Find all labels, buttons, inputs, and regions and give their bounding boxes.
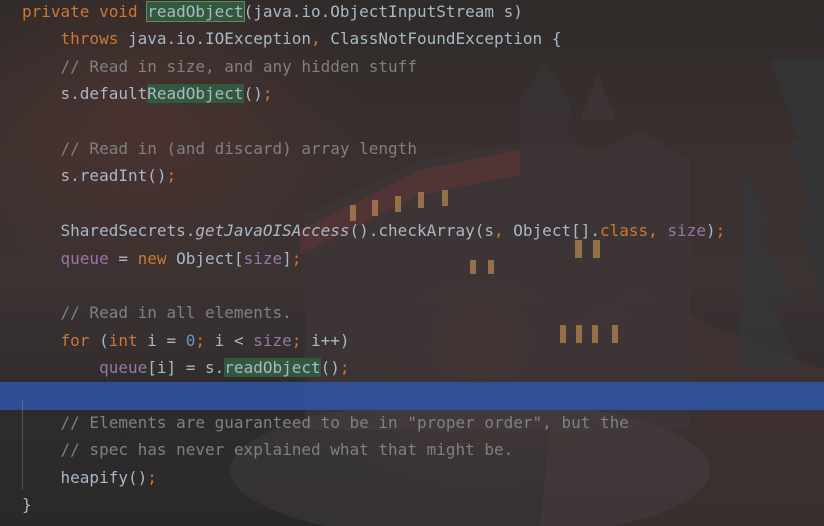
code-token: () bbox=[243, 84, 263, 104]
code-token: getJavaOISAccess bbox=[195, 221, 350, 241]
code-line[interactable]: heapify(); bbox=[0, 464, 824, 491]
code-line[interactable]: // Elements are guaranteed to be in "pro… bbox=[0, 409, 824, 436]
code-token: readObject bbox=[146, 1, 245, 22]
code-token: ; bbox=[715, 221, 726, 241]
code-line-text: s.readInt(); bbox=[22, 162, 177, 189]
code-token: for bbox=[22, 330, 100, 350]
code-token: ; bbox=[147, 467, 157, 487]
code-token: ; bbox=[339, 358, 350, 378]
code-token: throws bbox=[22, 29, 128, 49]
code-line-text: heapify(); bbox=[22, 464, 157, 491]
code-line-text: private void readObject(java.io.ObjectIn… bbox=[22, 0, 523, 25]
code-token: ( bbox=[99, 330, 109, 350]
code-line-text: // Read in all elements. bbox=[22, 299, 292, 326]
code-line-text: for (int i = 0; i < size; i++) bbox=[22, 327, 350, 354]
code-line-text: } bbox=[22, 491, 32, 518]
code-line-text: queue = new Object[size]; bbox=[22, 245, 302, 272]
code-line[interactable] bbox=[0, 190, 824, 217]
code-token: ) bbox=[705, 221, 716, 241]
code-token: readObject bbox=[224, 358, 321, 378]
code-token: i++) bbox=[311, 330, 350, 350]
code-token: Object[ bbox=[176, 248, 244, 268]
code-line-text: SharedSecrets.getJavaOISAccess().checkAr… bbox=[22, 217, 726, 244]
code-token: int bbox=[108, 330, 148, 350]
code-token: // Read in size, and any hidden stuff bbox=[22, 56, 417, 76]
code-line-text: s.defaultReadObject(); bbox=[22, 80, 272, 107]
code-token: , bbox=[494, 221, 514, 241]
code-line[interactable]: private void readObject(java.io.ObjectIn… bbox=[0, 0, 824, 25]
code-line[interactable] bbox=[0, 382, 824, 409]
code-line[interactable]: s.defaultReadObject(); bbox=[0, 80, 824, 107]
code-token: heapify() bbox=[22, 467, 148, 487]
code-token: ().checkArray(s bbox=[349, 221, 495, 241]
code-line-text: // spec has never explained what that mi… bbox=[22, 436, 514, 463]
code-token: ; bbox=[291, 330, 311, 350]
code-line[interactable]: s.readInt(); bbox=[0, 162, 824, 189]
code-line[interactable]: queue[i] = s.readObject(); bbox=[0, 354, 824, 381]
code-token: i < bbox=[214, 330, 254, 350]
code-line[interactable]: throws java.io.IOException, ClassNotFoun… bbox=[0, 25, 824, 52]
code-line[interactable]: // Read in size, and any hidden stuff bbox=[0, 53, 824, 80]
code-token: s.readInt() bbox=[22, 166, 167, 186]
code-token: ] bbox=[282, 248, 292, 268]
code-line[interactable] bbox=[0, 272, 824, 299]
code-line[interactable]: // Read in all elements. bbox=[0, 299, 824, 326]
code-token: ; bbox=[262, 84, 273, 104]
code-token: (java.io.ObjectInputStream s) bbox=[243, 2, 523, 21]
code-line[interactable]: queue = new Object[size]; bbox=[0, 245, 824, 272]
code-token: Object[]. bbox=[513, 221, 600, 241]
code-area[interactable]: private void readObject(java.io.ObjectIn… bbox=[0, 0, 824, 526]
code-token: i = bbox=[147, 330, 186, 350]
code-token: private void bbox=[22, 2, 148, 21]
code-token: size bbox=[253, 330, 292, 350]
code-line-text: throws java.io.IOException, ClassNotFoun… bbox=[22, 25, 562, 52]
code-token: ClassNotFoundException { bbox=[330, 29, 562, 49]
code-token: new bbox=[137, 248, 177, 268]
code-token: // Read in (and discard) array length bbox=[22, 139, 417, 158]
code-line[interactable]: // spec has never explained what that mi… bbox=[0, 436, 824, 463]
code-token: // Read in all elements. bbox=[22, 303, 292, 323]
code-line-text: // Read in (and discard) array length bbox=[22, 135, 417, 162]
code-token: ; bbox=[291, 248, 302, 268]
code-line[interactable]: // Read in (and discard) array length bbox=[0, 135, 824, 162]
code-line[interactable]: } bbox=[0, 491, 824, 518]
code-token: // spec has never explained what that mi… bbox=[22, 440, 514, 460]
code-token: () bbox=[320, 358, 340, 378]
code-token: 0 bbox=[185, 330, 196, 350]
code-token: } bbox=[22, 495, 32, 515]
code-token: [i] = s. bbox=[147, 358, 225, 378]
code-line[interactable] bbox=[0, 108, 824, 135]
code-token: size bbox=[667, 221, 706, 241]
code-editor[interactable]: private void readObject(java.io.ObjectIn… bbox=[0, 0, 824, 526]
code-token: , bbox=[311, 29, 331, 49]
code-line[interactable]: for (int i = 0; i < size; i++) bbox=[0, 327, 824, 354]
code-line[interactable]: SharedSecrets.getJavaOISAccess().checkAr… bbox=[0, 217, 824, 244]
code-token: size bbox=[243, 248, 283, 268]
code-line-text: // Read in size, and any hidden stuff bbox=[22, 53, 417, 80]
code-token: ReadObject bbox=[147, 84, 244, 104]
code-token: s.default bbox=[22, 84, 148, 104]
code-token: class bbox=[599, 221, 649, 241]
code-token: // Elements are guaranteed to be in "pro… bbox=[22, 413, 629, 432]
code-token: SharedSecrets. bbox=[22, 221, 196, 241]
code-token: queue bbox=[99, 358, 148, 378]
code-line-text: queue[i] = s.readObject(); bbox=[22, 354, 350, 381]
code-token: , bbox=[648, 221, 668, 241]
code-token: java.io.IOException bbox=[127, 29, 311, 49]
code-line-text: // Elements are guaranteed to be in "pro… bbox=[22, 409, 629, 436]
code-token: ; bbox=[166, 166, 177, 186]
code-token: ; bbox=[195, 330, 215, 350]
code-token: = bbox=[108, 248, 138, 268]
code-token: queue bbox=[60, 248, 109, 268]
